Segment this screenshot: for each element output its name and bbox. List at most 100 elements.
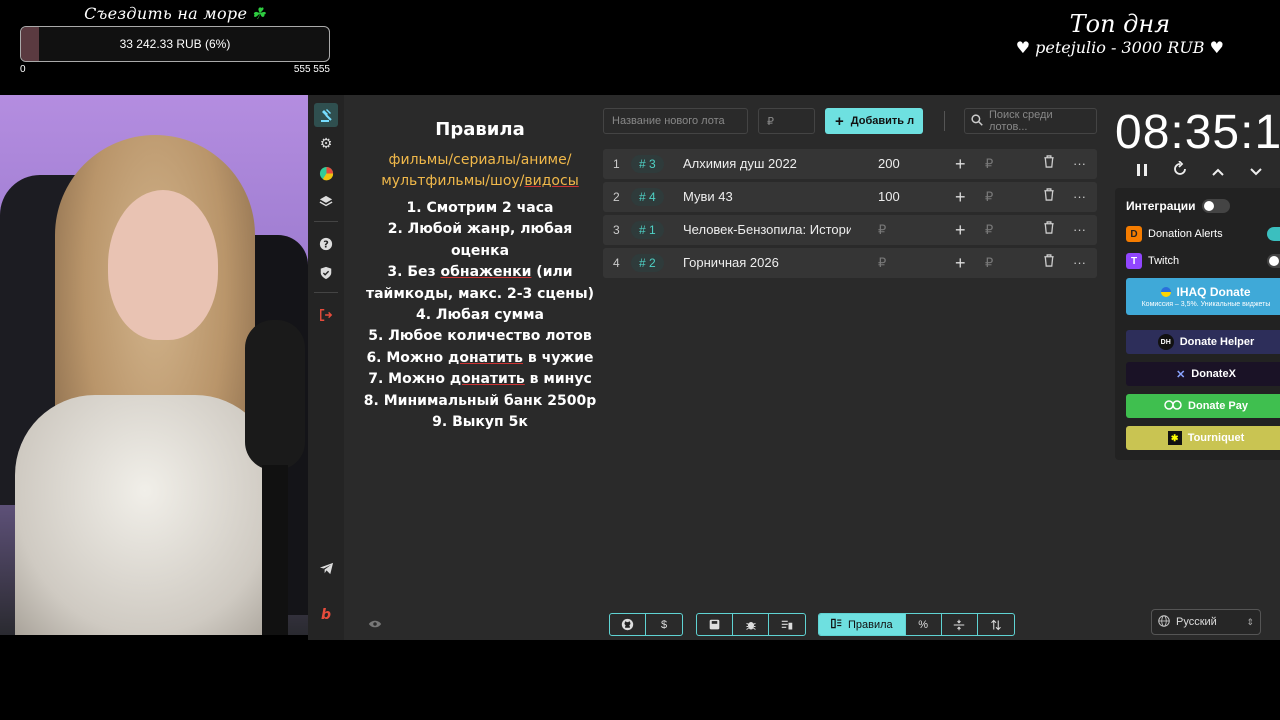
donate-pay-icon — [1164, 399, 1182, 413]
donation-alerts-toggle[interactable] — [1267, 227, 1280, 241]
rule-item: 9. Выкуп 5к — [432, 414, 528, 431]
lot-name[interactable]: Алхимия душ 2022 — [683, 149, 851, 179]
sort-icon[interactable] — [978, 614, 1014, 635]
stream-frame: Съездить на море ☘ 33 242.33 RUB (6%) 0 5… — [0, 0, 1280, 720]
webcam-feed — [0, 95, 308, 635]
rule-item: 6. Можно донатить в чужие — [366, 349, 594, 366]
auction-timer: 08:35:14 — [1115, 106, 1280, 159]
lot-amount[interactable]: ₽ — [878, 215, 886, 245]
lot-name[interactable]: Человек-Бензопила: История — [683, 215, 851, 245]
integrations-toggle[interactable] — [1202, 199, 1230, 213]
gear-icon[interactable]: ⚙ — [314, 132, 338, 156]
top-day-donor: ♥ petejulio - 3000 RUB ♥ — [1015, 38, 1224, 57]
add-amount-icon[interactable]: + — [955, 248, 966, 278]
percent-button[interactable]: % — [906, 614, 942, 635]
rule-item: 2. Любой жанр, любая оценка — [387, 221, 573, 259]
lot-row[interactable]: 2 # 4 Муви 43 100 + ₽ ··· — [603, 182, 1097, 212]
logout-icon[interactable] — [314, 303, 338, 327]
amount-input[interactable]: ₽ — [985, 248, 993, 278]
donatex-button[interactable]: ✕ DonateX — [1126, 362, 1280, 386]
donate-pay-button[interactable]: Donate Pay — [1126, 394, 1280, 418]
eye-icon[interactable] — [368, 617, 382, 633]
more-icon[interactable]: ··· — [1073, 149, 1086, 179]
top-of-day: Топ дня ♥ petejulio - 3000 RUB ♥ — [1016, 10, 1224, 58]
lot-row[interactable]: 4 # 2 Горничная 2026 ₽ + ₽ ··· — [603, 248, 1097, 278]
rules-genres: фильмы/сериалы/аниме/ мультфильмы/шоу/ви… — [381, 152, 579, 189]
lot-id-tag: # 3 — [631, 155, 664, 173]
svg-text:?: ? — [323, 240, 329, 251]
pause-icon[interactable] — [1123, 161, 1161, 182]
add-lot-button[interactable]: + Добавить л — [825, 108, 923, 134]
trash-icon[interactable] — [1043, 149, 1055, 179]
chevron-down-icon[interactable] — [1237, 161, 1275, 182]
microphone — [245, 320, 305, 470]
plus-icon: + — [835, 112, 844, 130]
bug-icon[interactable] — [733, 614, 769, 635]
lot-row[interactable]: 1 # 3 Алхимия душ 2022 200 + ₽ ··· — [603, 149, 1097, 179]
more-icon[interactable]: ··· — [1073, 215, 1086, 245]
layers-icon[interactable] — [314, 190, 338, 214]
language-select[interactable]: Русский ⇕ — [1151, 609, 1261, 635]
gavel-icon[interactable] — [314, 103, 338, 127]
lot-id-tag: # 4 — [631, 188, 664, 206]
donation-alerts-icon: D — [1126, 226, 1142, 242]
trash-icon[interactable] — [1043, 182, 1055, 212]
new-lot-input[interactable]: Название нового лота — [603, 108, 748, 134]
integrations-title: Интеграции — [1126, 199, 1196, 213]
amount-input[interactable]: ₽ — [985, 182, 993, 212]
lot-row[interactable]: 3 # 1 Человек-Бензопила: История ₽ + ₽ ·… — [603, 215, 1097, 245]
tourniquet-button[interactable]: ✱ Tourniquet — [1126, 426, 1280, 450]
lot-name[interactable]: Муви 43 — [683, 182, 851, 212]
reset-icon[interactable] — [1161, 160, 1199, 182]
brand-b-icon[interactable]: b — [314, 603, 338, 627]
rules-panel: Правила фильмы/сериалы/аниме/ мультфильм… — [360, 95, 600, 433]
search-icon — [971, 113, 983, 129]
more-icon[interactable]: ··· — [1073, 248, 1086, 278]
donation-goal: Съездить на море ☘ 33 242.33 RUB (6%) 0 5… — [20, 4, 330, 75]
add-amount-icon[interactable]: + — [955, 149, 966, 179]
lot-amount-input[interactable]: ₽ — [758, 108, 815, 134]
donate-helper-button[interactable]: DH Donate Helper — [1126, 330, 1280, 354]
lot-name[interactable]: Горничная 2026 — [683, 248, 851, 278]
add-amount-icon[interactable]: + — [955, 215, 966, 245]
timer-controls — [1123, 160, 1275, 182]
pie-chart-icon[interactable] — [314, 161, 338, 185]
rules-toggle-button[interactable]: Правила — [819, 614, 906, 635]
ihaq-donate-button[interactable]: IHAQ Donate Комиссия – 3,5%. Уникальные … — [1126, 278, 1280, 315]
donate-helper-icon: DH — [1157, 334, 1174, 350]
tourniquet-icon: ✱ — [1167, 431, 1182, 445]
lot-amount[interactable]: ₽ — [878, 248, 886, 278]
auction-app: ⚙ ? b Правила фильмы/сериалы/аниме/ муль… — [308, 95, 1280, 640]
lot-amount[interactable]: 200 — [878, 149, 900, 179]
split-icon[interactable] — [942, 614, 978, 635]
help-icon[interactable]: ? — [314, 232, 338, 256]
telegram-icon[interactable] — [314, 556, 338, 580]
bottom-toolbar-views: Правила % — [818, 613, 1015, 636]
goal-title: Съездить на море — [84, 4, 248, 23]
github-icon[interactable] — [610, 614, 646, 635]
dollar-icon[interactable]: $ — [646, 614, 682, 635]
add-amount-icon[interactable]: + — [955, 182, 966, 212]
rule-item: 1. Смотрим 2 часа — [406, 200, 554, 216]
shield-icon[interactable] — [314, 261, 338, 285]
lot-id-tag: # 2 — [631, 254, 664, 272]
lot-amount[interactable]: 100 — [878, 182, 900, 212]
chevron-up-icon[interactable] — [1199, 161, 1237, 182]
trash-icon[interactable] — [1043, 215, 1055, 245]
rules-list: 1. Смотрим 2 часа 2. Любой жанр, любая о… — [360, 198, 600, 433]
integrations-panel: Интеграции D Donation Alerts T Twitch IH… — [1115, 188, 1280, 460]
save-icon[interactable] — [697, 614, 733, 635]
twitch-row: T Twitch — [1126, 253, 1179, 269]
rule-item: 8. Минимальный банк 2500р — [363, 392, 597, 409]
trash-icon[interactable] — [1043, 248, 1055, 278]
top-day-title: Топ дня — [1069, 10, 1171, 38]
twitch-toggle[interactable] — [1267, 254, 1280, 268]
more-icon[interactable]: ··· — [1073, 182, 1086, 212]
rule-item: 7. Можно донатить в минус — [368, 371, 592, 388]
donation-alerts-row: D Donation Alerts — [1126, 226, 1223, 242]
search-lots-input[interactable]: Поиск среди лотов... — [964, 108, 1097, 134]
amount-input[interactable]: ₽ — [985, 149, 993, 179]
bottom-toolbar-tools — [696, 613, 806, 636]
amount-input[interactable]: ₽ — [985, 215, 993, 245]
clear-list-icon[interactable] — [769, 614, 805, 635]
